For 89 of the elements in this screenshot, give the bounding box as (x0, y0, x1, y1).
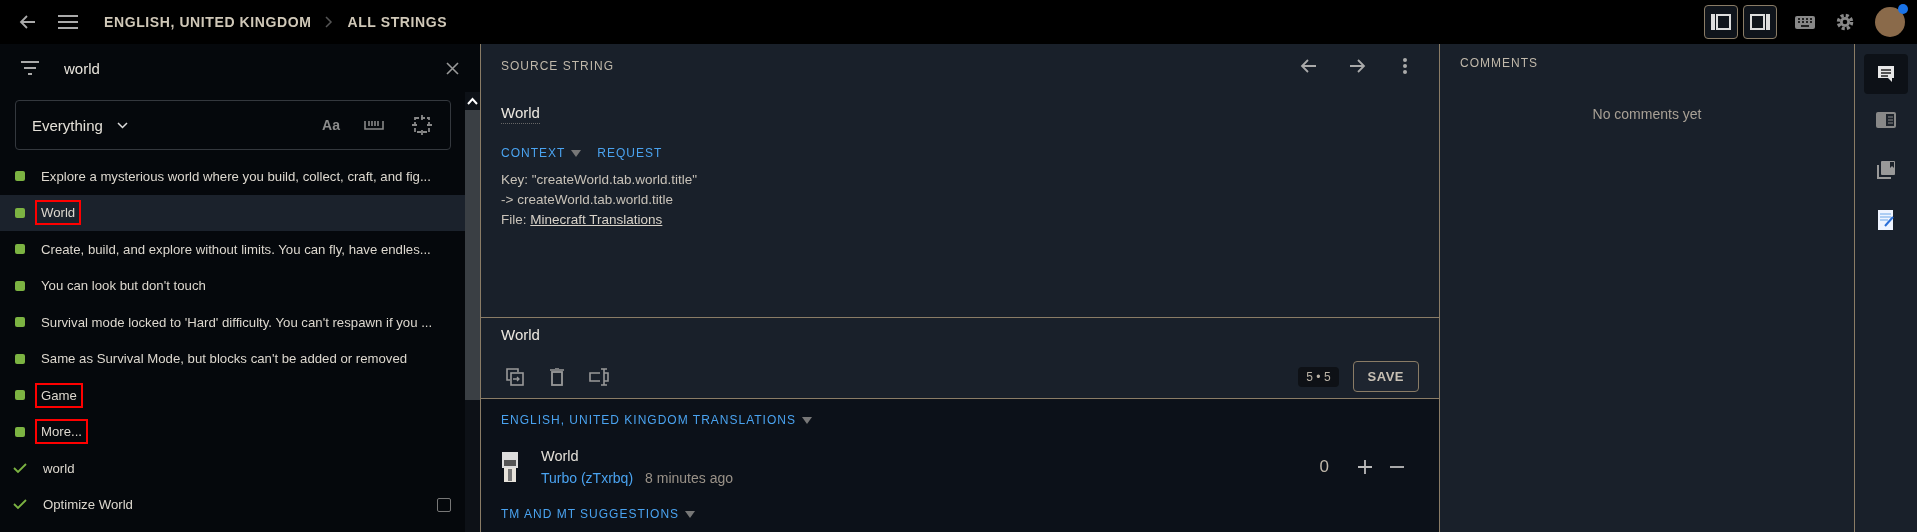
caret-icon (801, 416, 812, 424)
string-item[interactable]: Explore a mysterious world where you build, collect, craft, and fig... (0, 158, 465, 195)
scrollbar-thumb[interactable] (465, 110, 480, 400)
string-item[interactable]: Optimize World (0, 486, 465, 523)
chevron-down-icon (116, 121, 128, 129)
plus-icon (1358, 460, 1372, 474)
translation-field[interactable]: World (501, 326, 1419, 361)
comments-title: COMMENTS (1460, 56, 1539, 70)
scope-dropdown[interactable]: Everything (32, 116, 128, 134)
checkbox[interactable] (437, 497, 451, 512)
arrow-left-icon (1300, 57, 1318, 75)
right-panel-toggle[interactable] (1743, 5, 1777, 39)
note-icon (1877, 209, 1895, 231)
string-text: Optimize World (42, 496, 134, 515)
comment-icon (1876, 64, 1896, 84)
copy-icon (506, 367, 524, 386)
check-icon (13, 499, 27, 511)
side-panel-tab[interactable] (1864, 54, 1908, 94)
string-text: Explore a mysterious world where you build, collect, craft, and fig... (40, 167, 432, 186)
string-item[interactable]: You can look but don't touch (0, 267, 465, 304)
user-avatar[interactable] (1875, 7, 1905, 37)
character-counter: 5 • 5 (1298, 366, 1339, 387)
path-text: -> createWorld.tab.world.title (501, 191, 674, 209)
string-text: Same as Survival Mode, but blocks can't be added or removed (40, 350, 409, 369)
status-square-icon (15, 353, 25, 364)
pixel-character-icon (501, 452, 519, 482)
settings-icon (1835, 12, 1855, 32)
string-item[interactable]: Create, build, and explore without limits. You can fly, have endles... (0, 231, 465, 268)
crop-frame-icon (412, 115, 432, 135)
keyboard-icon (1795, 15, 1815, 29)
chevron-right-icon (325, 16, 334, 28)
file-link[interactable]: Minecraft Translations (530, 212, 663, 227)
breadcrumb[interactable]: ALL STRINGS (347, 14, 448, 30)
file-text: File: Minecraft Translations (501, 211, 664, 229)
string-text: More... (35, 419, 89, 445)
books-icon (1876, 160, 1896, 180)
left-sidebar-icon (1711, 14, 1731, 30)
text-field-icon (589, 366, 609, 387)
status-square-icon (15, 390, 25, 401)
close-icon (445, 61, 459, 75)
context-tab[interactable]: CONTEXT (501, 146, 582, 160)
status-square-icon (15, 207, 25, 218)
string-item[interactable]: More... (0, 413, 465, 450)
search-field[interactable]: world (62, 58, 420, 78)
save-button[interactable]: SAVE (1352, 361, 1419, 392)
string-text: Game (35, 382, 83, 408)
string-text: You can look but don't touch (40, 277, 207, 296)
string-text: World (35, 200, 82, 226)
empty-comments-text: No comments yet (1592, 106, 1702, 122)
match-case-button[interactable]: Aa (322, 117, 340, 133)
scroll-up-icon (467, 97, 478, 105)
check-icon (13, 462, 27, 474)
string-text: Create, build, and explore without limits. You can fly, have endles... (40, 240, 432, 259)
timestamp: 8 minutes ago (645, 470, 733, 486)
caret-icon (685, 510, 696, 518)
ruler-icon (364, 119, 384, 131)
translation-text: World (541, 448, 580, 464)
panel-icon (1875, 111, 1897, 129)
status-square-icon (15, 171, 25, 182)
minus-icon (1390, 466, 1404, 468)
status-square-icon (15, 317, 25, 328)
string-item[interactable]: World (0, 194, 465, 231)
context-tab[interactable]: REQUEST (597, 146, 663, 160)
suggestions-header[interactable]: TM AND MT SUGGESTIONS (501, 507, 1419, 521)
translations-header[interactable]: ENGLISH, UNITED KINGDOM TRANSLATIONS (501, 413, 1419, 427)
status-square-icon (15, 244, 25, 255)
string-item[interactable]: Survival mode locked to 'Hard' difficulty. You can't respawn if you ... (0, 304, 465, 341)
string-text: world (42, 459, 76, 478)
key-text: Key: "createWorld.tab.world.title" (501, 171, 699, 189)
trash-icon (550, 367, 564, 386)
left-panel-toggle[interactable] (1704, 5, 1738, 39)
source-text: World (501, 104, 540, 124)
vote-count: 0 (1319, 457, 1329, 477)
right-sidebar-icon (1750, 14, 1770, 30)
scrollbar[interactable] (465, 92, 480, 532)
string-item[interactable]: Game (0, 377, 465, 414)
string-item[interactable]: Same as Survival Mode, but blocks can't be added or removed (0, 340, 465, 377)
arrow-right-icon (1348, 57, 1366, 75)
more-icon (1403, 58, 1407, 74)
breadcrumb[interactable]: ENGLISH, UNITED KINGDOM (104, 14, 312, 30)
section-title: SOURCE STRING (501, 59, 614, 73)
string-text: Survival mode locked to 'Hard' difficulty. You can't respawn if you ... (40, 313, 434, 332)
author-link[interactable]: Turbo (zTxrbq) (541, 470, 634, 486)
status-square-icon (15, 280, 25, 291)
back-arrow-icon (19, 13, 37, 31)
menu-icon (58, 15, 78, 29)
status-square-icon (15, 426, 25, 437)
string-item[interactable]: world (0, 450, 465, 487)
filter-icon (21, 61, 39, 75)
